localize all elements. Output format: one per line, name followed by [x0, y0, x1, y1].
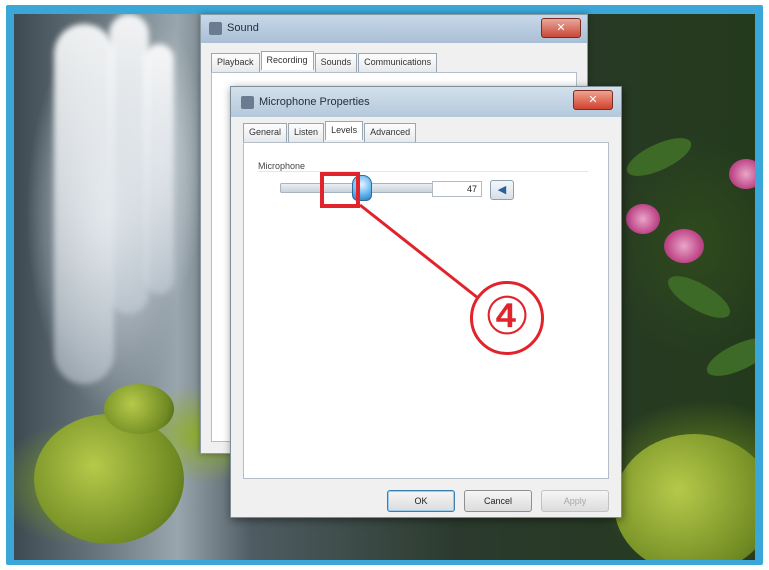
level-value-field[interactable]: 47 [432, 181, 482, 197]
step-number-badge: ④ [470, 281, 544, 355]
tab-playback[interactable]: Playback [211, 53, 260, 72]
sound-tabs: Playback Recording Sounds Communications [211, 51, 438, 72]
tab-listen[interactable]: Listen [288, 123, 325, 142]
speaker-app-icon [209, 22, 222, 35]
tab-recording[interactable]: Recording [260, 51, 314, 70]
sound-window-title: Sound [227, 22, 259, 34]
close-icon: ✕ [588, 94, 598, 106]
microphone-window-title: Microphone Properties [259, 96, 370, 108]
ok-button[interactable]: OK [387, 490, 455, 512]
microphone-tabs: General Listen Levels Advanced [243, 121, 417, 142]
sound-window-titlebar[interactable]: Sound ✕ [201, 15, 587, 43]
cancel-button[interactable]: Cancel [464, 490, 532, 512]
flower [729, 159, 755, 189]
flower [626, 204, 660, 234]
microphone-app-icon [241, 96, 254, 109]
flower [664, 229, 704, 263]
divider [258, 171, 588, 172]
tab-advanced[interactable]: Advanced [364, 123, 417, 142]
tab-levels[interactable]: Levels [325, 121, 364, 140]
mute-button[interactable]: ◀ [490, 180, 514, 200]
close-button[interactable]: ✕ [541, 18, 581, 38]
microphone-group-label: Microphone [258, 161, 306, 171]
microphone-level-slider[interactable] [280, 175, 452, 201]
tab-communications[interactable]: Communications [358, 53, 438, 72]
close-button[interactable]: ✕ [573, 90, 613, 110]
close-icon: ✕ [556, 22, 566, 34]
levels-panel: Microphone 47 ◀ [243, 142, 609, 479]
tab-general[interactable]: General [243, 123, 288, 142]
tab-sounds[interactable]: Sounds [314, 53, 358, 72]
microphone-window-titlebar[interactable]: Microphone Properties ✕ [231, 87, 621, 117]
speaker-icon: ◀ [497, 184, 507, 196]
microphone-properties-window: Microphone Properties ✕ General Listen L… [230, 86, 622, 518]
apply-button[interactable]: Apply [541, 490, 609, 512]
highlight-box [320, 172, 360, 208]
